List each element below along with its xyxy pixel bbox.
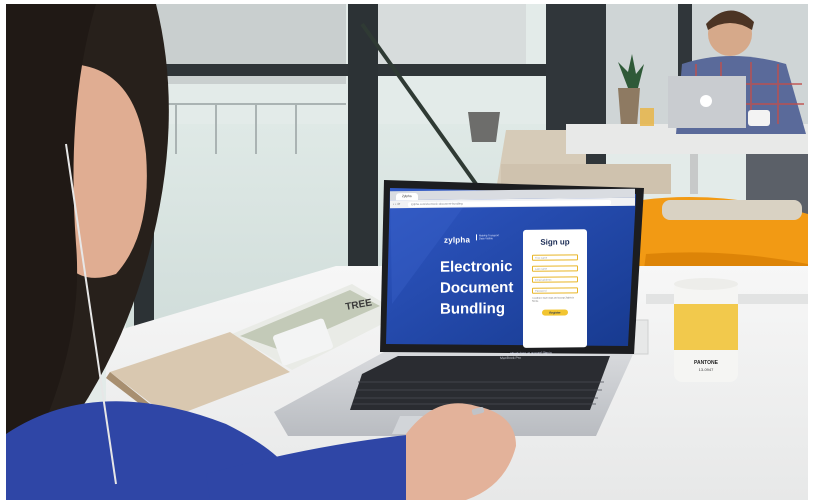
coffee-cup-back: [748, 110, 770, 126]
signup-title: Sign up: [540, 237, 570, 247]
apple-logo-icon: [700, 95, 712, 107]
armchair-right: [662, 200, 802, 220]
browser-address-bar: ‹›⟳ zylpha.com/electronic-document-bundl…: [390, 197, 635, 209]
plant-pot: [468, 112, 500, 142]
photo: TREE Zylpha ‹›⟳ zylpha.com/electronic-do…: [6, 4, 808, 500]
tea-glass: [640, 108, 654, 126]
cup-label-brand: PANTONE: [694, 360, 719, 366]
terms-checkbox-label[interactable]: I confirm I have read and accept Zylpha'…: [532, 297, 580, 304]
window-frame-top: [146, 64, 546, 76]
address-input[interactable]: zylpha.com/electronic-document-bundling: [408, 199, 611, 207]
laptop-keyboard: [350, 356, 610, 410]
zylpha-logo[interactable]: zylpha: [444, 235, 470, 244]
coffee-cup-band: [674, 304, 738, 350]
cup-label: PANTONE 13-0947: [694, 360, 719, 372]
plant-right-pot: [618, 88, 640, 126]
coffee-cup-rim: [674, 278, 738, 290]
window-frame-2: [348, 4, 378, 274]
last-name-field[interactable]: Last name: [532, 265, 578, 272]
building-far-2: [376, 4, 526, 64]
email-field[interactable]: Email address: [532, 276, 578, 283]
site-tagline: Making Transport Data Visible: [476, 234, 505, 241]
signup-card: Sign up First name Last name Email addre…: [523, 229, 587, 348]
back-table-leg: [690, 154, 698, 194]
cup-label-code: 13-0947: [699, 367, 714, 372]
laptop-screen-content: Zylpha ‹›⟳ zylpha.com/electronic-documen…: [390, 188, 635, 362]
password-field[interactable]: Password: [532, 287, 578, 294]
table-note: [633, 319, 649, 355]
register-button[interactable]: Register: [542, 309, 568, 316]
first-name-field[interactable]: First name: [532, 254, 578, 261]
sign-in-link[interactable]: Already have an account? Sign in: [510, 350, 610, 355]
browser-nav-icons[interactable]: ‹›⟳: [393, 202, 401, 206]
laptop-brand-label: MacBook Pro: [500, 355, 522, 361]
hero-headline: Electronic Document Bundling: [440, 257, 514, 318]
